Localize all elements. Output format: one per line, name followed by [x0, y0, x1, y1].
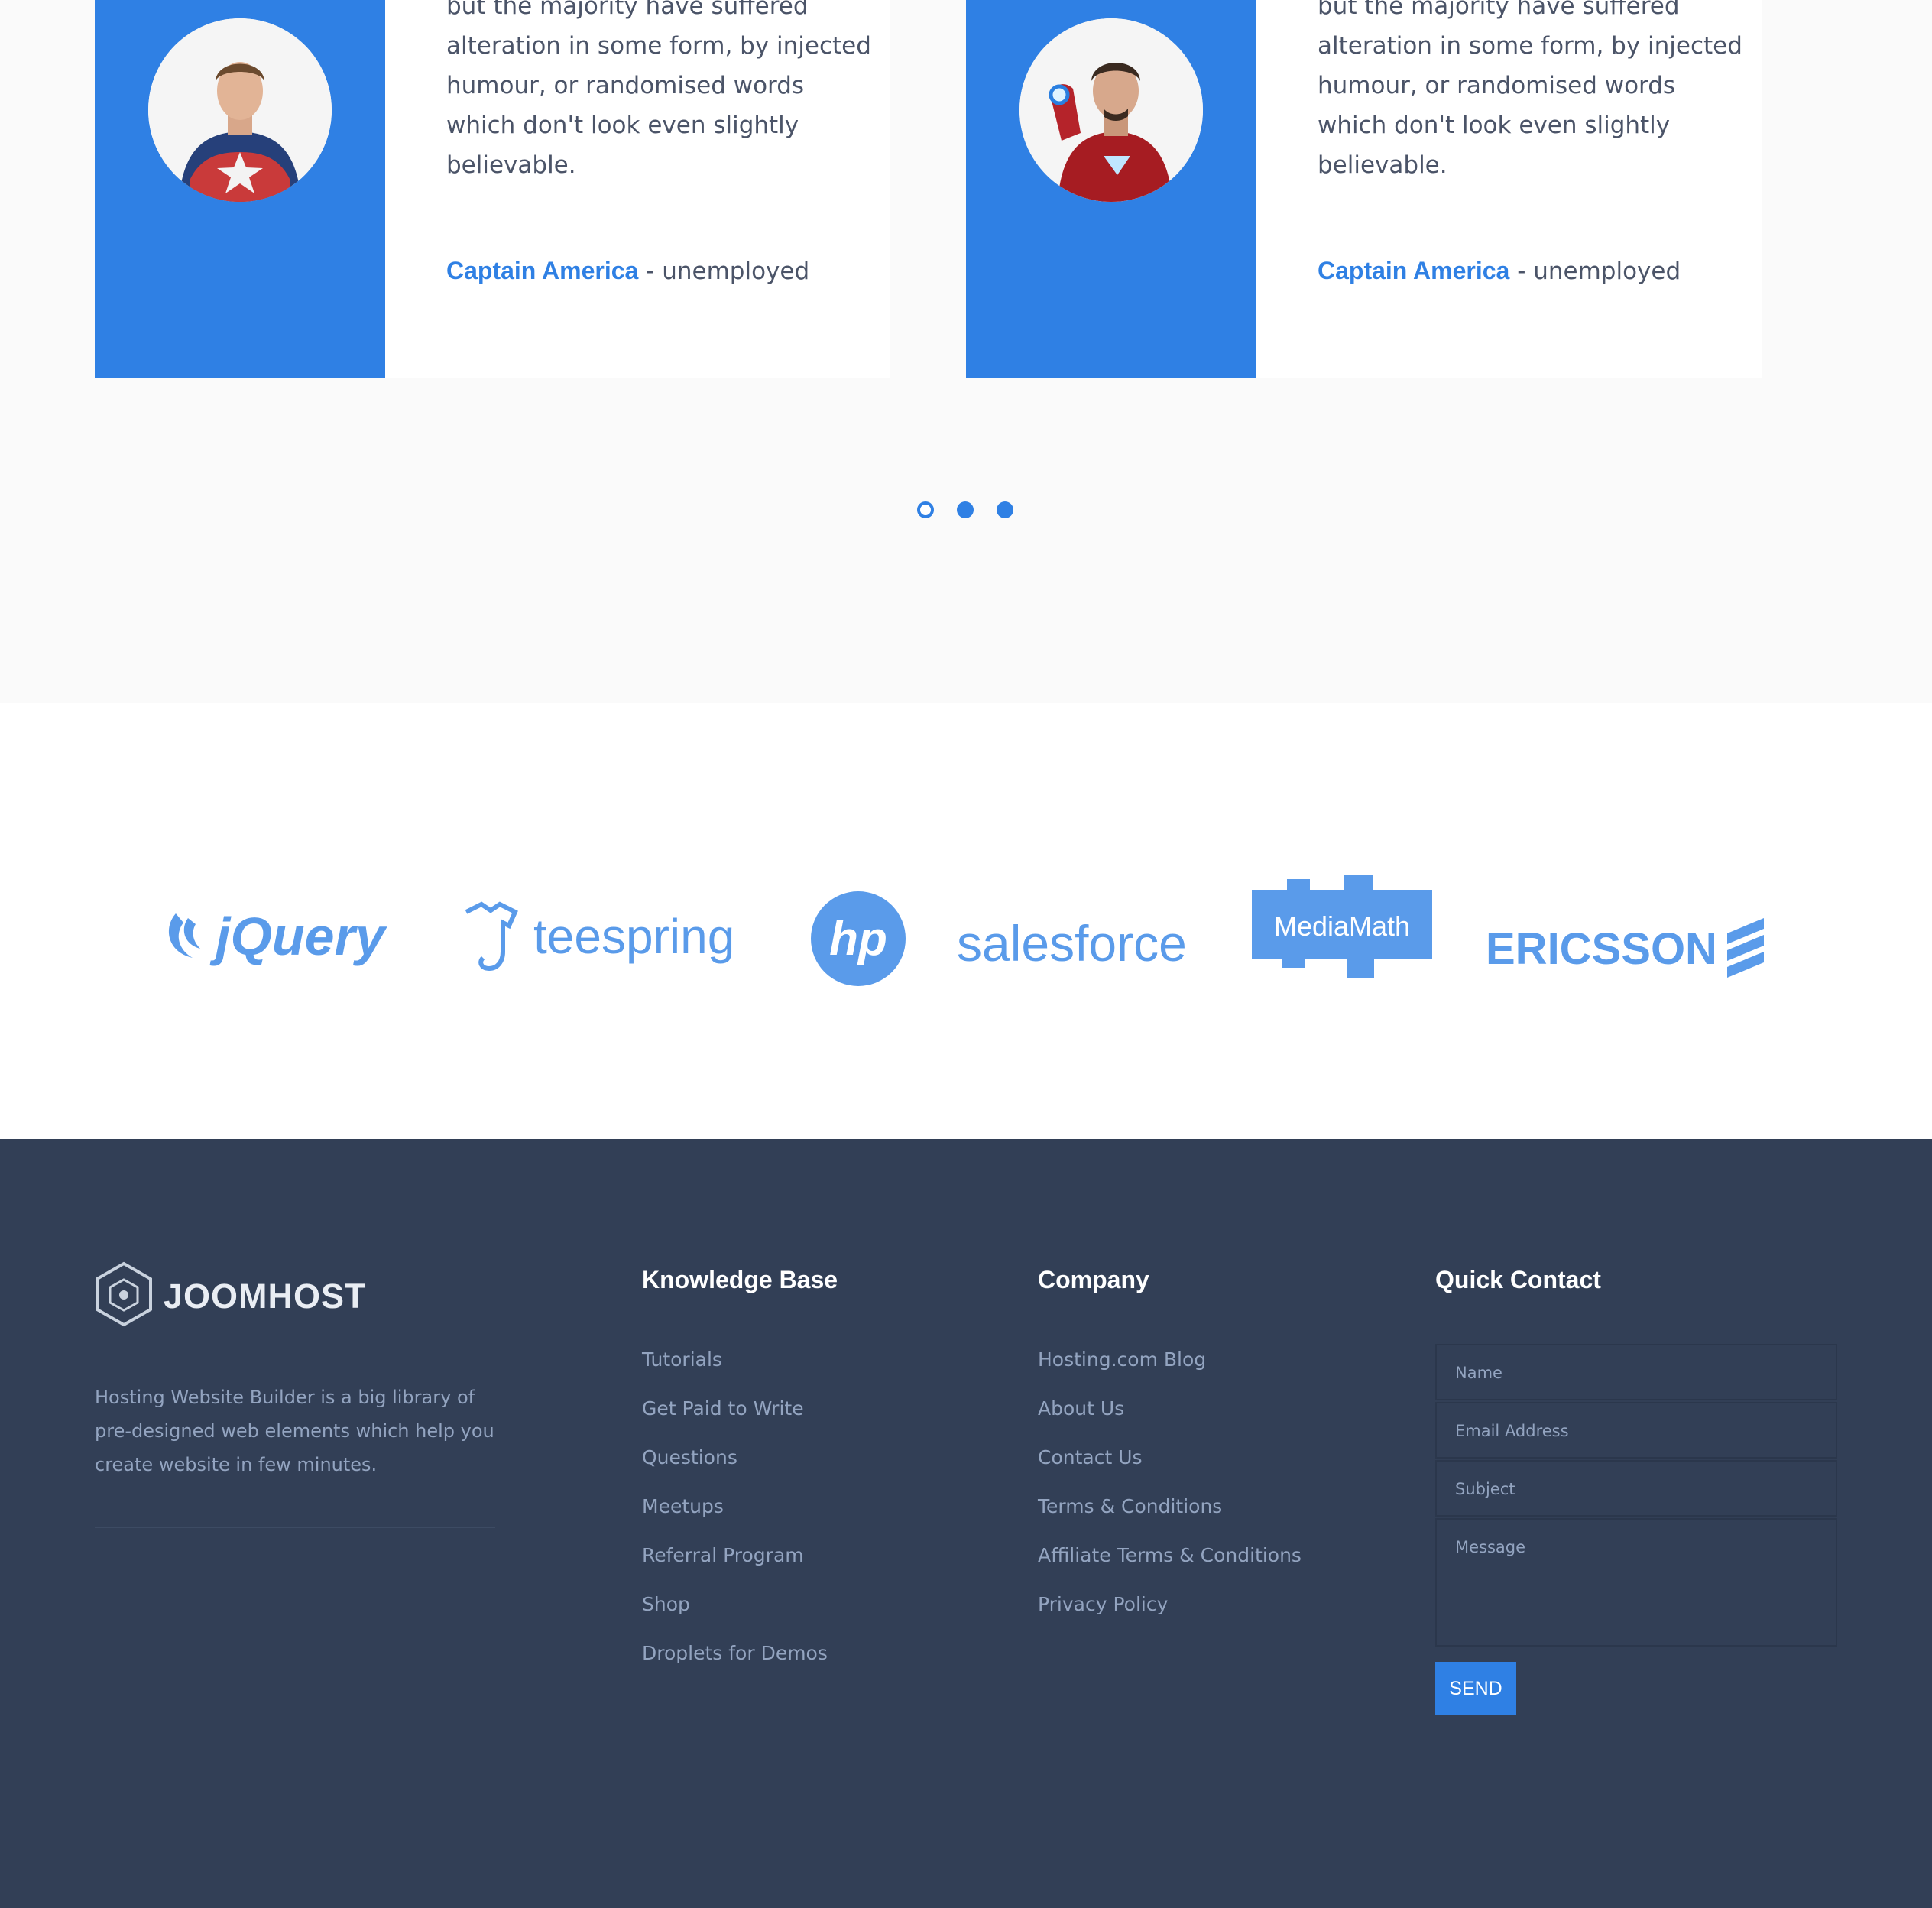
hp-logo[interactable]: hp	[810, 878, 906, 1000]
testimonial-card: but the majority have suffered alteratio…	[95, 0, 890, 378]
quick-contact-title: Quick Contact	[1435, 1266, 1601, 1293]
footer-link-meetups[interactable]: Meetups	[642, 1495, 828, 1544]
footer-link-referral[interactable]: Referral Program	[642, 1544, 828, 1593]
footer-link-droplets[interactable]: Droplets for Demos	[642, 1642, 828, 1691]
footer-link-get-paid[interactable]: Get Paid to Write	[642, 1397, 828, 1446]
mediamath-logo[interactable]: MediaMath	[1252, 867, 1432, 989]
testimonial-quote: but the majority have suffered alteratio…	[446, 0, 871, 179]
salesforce-logo[interactable]: salesforce	[957, 884, 1209, 1006]
email-field[interactable]: Email Address	[1435, 1402, 1837, 1459]
footer-link-contact[interactable]: Contact Us	[1038, 1446, 1302, 1495]
carousel-dot-1[interactable]	[917, 501, 934, 518]
footer-link-terms[interactable]: Terms & Conditions	[1038, 1495, 1302, 1544]
company-title: Company	[1038, 1266, 1149, 1293]
ericsson-logo[interactable]: ERICSSON	[1483, 884, 1773, 1006]
testimonial-author: Captain America - unemployed	[1318, 257, 1681, 285]
author-name-link[interactable]: Captain America	[1318, 257, 1509, 284]
footer-link-blog[interactable]: Hosting.com Blog	[1038, 1348, 1302, 1397]
hp-logo-text: hp	[829, 913, 887, 965]
author-role: - unemployed	[638, 258, 810, 285]
divider	[95, 1527, 495, 1528]
testimonial-author: Captain America - unemployed	[446, 257, 809, 285]
site-footer: JOOMHOST Hosting Website Builder is a bi…	[0, 1139, 1932, 1908]
name-field[interactable]: Name	[1435, 1344, 1837, 1400]
avatar	[148, 18, 332, 202]
knowledge-base-links: Tutorials Get Paid to Write Questions Me…	[642, 1348, 828, 1691]
hexagon-logo-icon	[96, 1261, 152, 1327]
avatar	[1019, 18, 1203, 202]
author-role: - unemployed	[1509, 258, 1681, 285]
brand-name: JOOMHOST	[164, 1277, 367, 1316]
footer-link-questions[interactable]: Questions	[642, 1446, 828, 1495]
footer-link-tutorials[interactable]: Tutorials	[642, 1348, 828, 1397]
jquery-logo-text: jQuery	[209, 907, 387, 966]
company-links: Hosting.com Blog About Us Contact Us Ter…	[1038, 1348, 1302, 1642]
iron-man-portrait-icon	[1019, 18, 1203, 202]
clients-section: jQuery teespring hp salesforce MediaMath…	[0, 703, 1932, 1139]
carousel-dots	[917, 501, 1016, 520]
footer-link-affiliate-terms[interactable]: Affiliate Terms & Conditions	[1038, 1544, 1302, 1593]
knowledge-base-title: Knowledge Base	[642, 1266, 838, 1293]
testimonials-section: but the majority have suffered alteratio…	[0, 0, 1932, 703]
author-name-link[interactable]: Captain America	[446, 257, 638, 284]
footer-link-about[interactable]: About Us	[1038, 1397, 1302, 1446]
mediamath-logo-text: MediaMath	[1274, 910, 1410, 942]
subject-field[interactable]: Subject	[1435, 1460, 1837, 1517]
captain-america-portrait-icon	[148, 18, 332, 202]
jquery-logo[interactable]: jQuery	[162, 871, 414, 994]
message-field[interactable]: Message	[1435, 1518, 1837, 1647]
testimonial-side-panel	[95, 0, 385, 378]
footer-link-shop[interactable]: Shop	[642, 1593, 828, 1642]
salesforce-logo-text: salesforce	[957, 915, 1187, 972]
testimonial-quote: but the majority have suffered alteratio…	[1318, 0, 1742, 179]
teespring-logo-text: teespring	[533, 909, 734, 964]
teespring-logo[interactable]: teespring	[463, 879, 761, 1001]
testimonial-card: but the majority have suffered alteratio…	[966, 0, 1762, 378]
send-button[interactable]: SEND	[1435, 1662, 1516, 1715]
carousel-dot-2[interactable]	[957, 501, 974, 518]
footer-about-text: Hosting Website Builder is a big library…	[95, 1387, 494, 1475]
footer-link-privacy[interactable]: Privacy Policy	[1038, 1593, 1302, 1642]
ericsson-logo-text: ERICSSON	[1486, 924, 1717, 974]
carousel-dot-3[interactable]	[997, 501, 1013, 518]
testimonial-side-panel	[966, 0, 1256, 378]
brand-logo[interactable]: JOOMHOST	[95, 1261, 366, 1330]
